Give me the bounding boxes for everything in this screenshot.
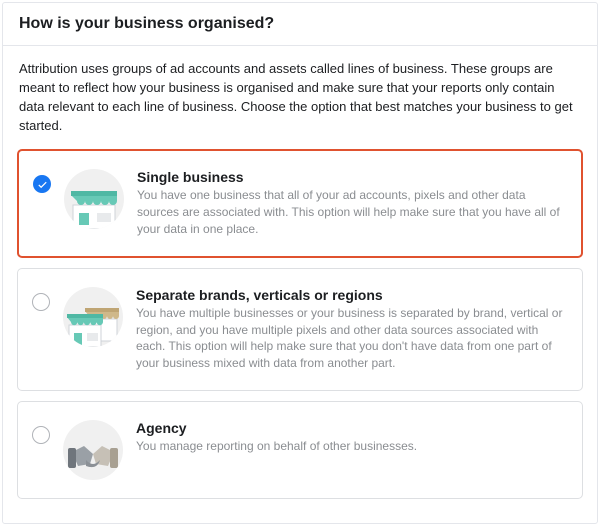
radio-separate-brands[interactable] <box>32 293 50 311</box>
page-title: How is your business organised? <box>19 15 581 33</box>
option-description: You have multiple businesses or your bus… <box>136 305 566 372</box>
radio-agency[interactable] <box>32 426 50 444</box>
radio-single-business[interactable] <box>33 175 51 193</box>
option-title: Agency <box>136 420 566 436</box>
option-description: You have one business that all of your a… <box>137 187 565 237</box>
checkmark-icon <box>37 179 48 190</box>
options-list: Single business You have one business th… <box>3 143 597 523</box>
option-separate-brands[interactable]: Separate brands, verticals or regions Yo… <box>17 268 583 391</box>
option-title: Separate brands, verticals or regions <box>136 287 566 303</box>
option-agency[interactable]: Agency You manage reporting on behalf of… <box>17 401 583 499</box>
option-single-business[interactable]: Single business You have one business th… <box>17 149 583 257</box>
option-description: You manage reporting on behalf of other … <box>136 438 566 455</box>
intro-text: Attribution uses groups of ad accounts a… <box>3 46 597 143</box>
business-organisation-card: How is your business organised? Attribut… <box>2 2 598 524</box>
card-header: How is your business organised? <box>3 3 597 46</box>
option-title: Single business <box>137 169 565 185</box>
storefront-multi-icon <box>63 287 123 347</box>
storefront-icon <box>64 169 124 229</box>
handshake-icon <box>63 420 123 480</box>
